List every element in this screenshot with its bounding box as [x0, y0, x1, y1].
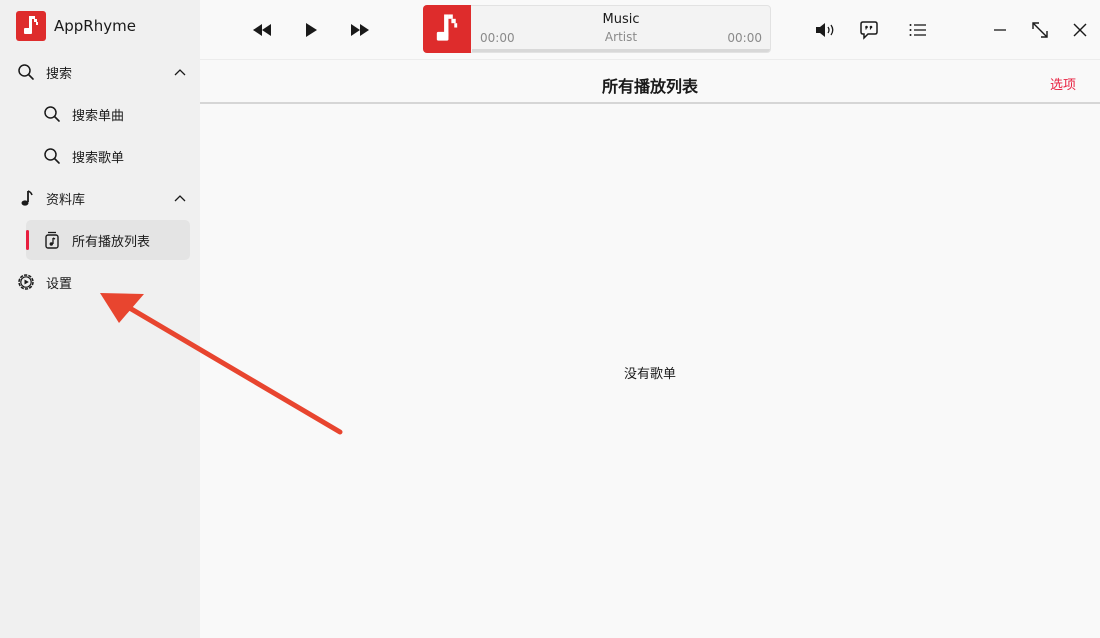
- sidebar-item-settings[interactable]: 设置: [16, 262, 190, 302]
- close-button[interactable]: [1065, 15, 1095, 45]
- music-note-icon: [436, 14, 458, 41]
- play-icon: [306, 23, 317, 37]
- title-bar: Music Artist 00:00 00:00: [200, 0, 1100, 60]
- quote-bubble-icon: [860, 21, 878, 40]
- skip-back-icon: [253, 24, 271, 36]
- list-icon: [909, 24, 926, 36]
- options-button[interactable]: 选项: [1050, 74, 1076, 93]
- sidebar-item-label: 资料库: [46, 192, 86, 208]
- chevron-up-icon[interactable]: [170, 188, 190, 208]
- total-time: 00:00: [727, 31, 762, 45]
- sidebar-item-label: 搜索: [46, 66, 73, 82]
- playlist-queue-button[interactable]: [903, 15, 933, 45]
- sidebar-item-label: 搜索单曲: [72, 108, 125, 124]
- playlist-icon: [42, 230, 62, 250]
- minimize-button[interactable]: [985, 15, 1015, 45]
- track-artist: Artist: [604, 30, 638, 44]
- sidebar-item-search-playlists[interactable]: 搜索歌单: [42, 136, 190, 176]
- app-title: AppRhyme: [54, 17, 136, 35]
- sidebar-item-search[interactable]: 搜索: [16, 52, 190, 92]
- search-icon: [42, 104, 62, 124]
- volume-icon: [816, 23, 834, 37]
- maximize-button[interactable]: [1025, 15, 1055, 45]
- settings-icon: [16, 272, 36, 292]
- album-cover: [423, 5, 471, 53]
- skip-forward-icon: [351, 24, 369, 36]
- sidebar-item-label: 所有播放列表: [72, 234, 151, 250]
- sidebar: AppRhyme 搜索 搜索单曲 搜索歌单 资料库 所有播放列表 设置: [0, 0, 200, 638]
- main-content: Music Artist 00:00 00:00 所有播放列表 选项 没有歌单: [200, 0, 1100, 638]
- music-note-icon: [24, 16, 38, 34]
- next-button[interactable]: [345, 15, 375, 45]
- now-playing-card[interactable]: Music Artist 00:00 00:00: [423, 5, 771, 53]
- search-icon: [16, 62, 36, 82]
- lyrics-button[interactable]: [854, 15, 884, 45]
- music-note-icon: [16, 188, 36, 208]
- volume-button[interactable]: [811, 15, 841, 45]
- expand-icon: [1032, 22, 1048, 38]
- sidebar-item-label: 设置: [46, 276, 73, 292]
- sidebar-item-library[interactable]: 资料库: [16, 178, 190, 218]
- sidebar-item-label: 搜索歌单: [72, 150, 125, 166]
- sidebar-item-all-playlists[interactable]: 所有播放列表: [26, 220, 190, 260]
- play-button[interactable]: [296, 15, 326, 45]
- close-icon: [1073, 23, 1087, 37]
- chevron-up-icon[interactable]: [170, 62, 190, 82]
- progress-bar[interactable]: [472, 49, 770, 52]
- app-header: AppRhyme: [16, 10, 136, 42]
- current-time: 00:00: [480, 31, 515, 45]
- previous-button[interactable]: [247, 15, 277, 45]
- track-title: Music: [602, 12, 640, 27]
- search-icon: [42, 146, 62, 166]
- page-header: 所有播放列表 选项: [200, 60, 1100, 104]
- empty-state-text: 没有歌单: [623, 367, 676, 382]
- active-indicator: [26, 230, 29, 250]
- app-logo: [16, 11, 46, 41]
- page-title: 所有播放列表: [601, 77, 698, 96]
- sidebar-item-search-songs[interactable]: 搜索单曲: [42, 94, 190, 134]
- minimize-icon: [994, 29, 1006, 31]
